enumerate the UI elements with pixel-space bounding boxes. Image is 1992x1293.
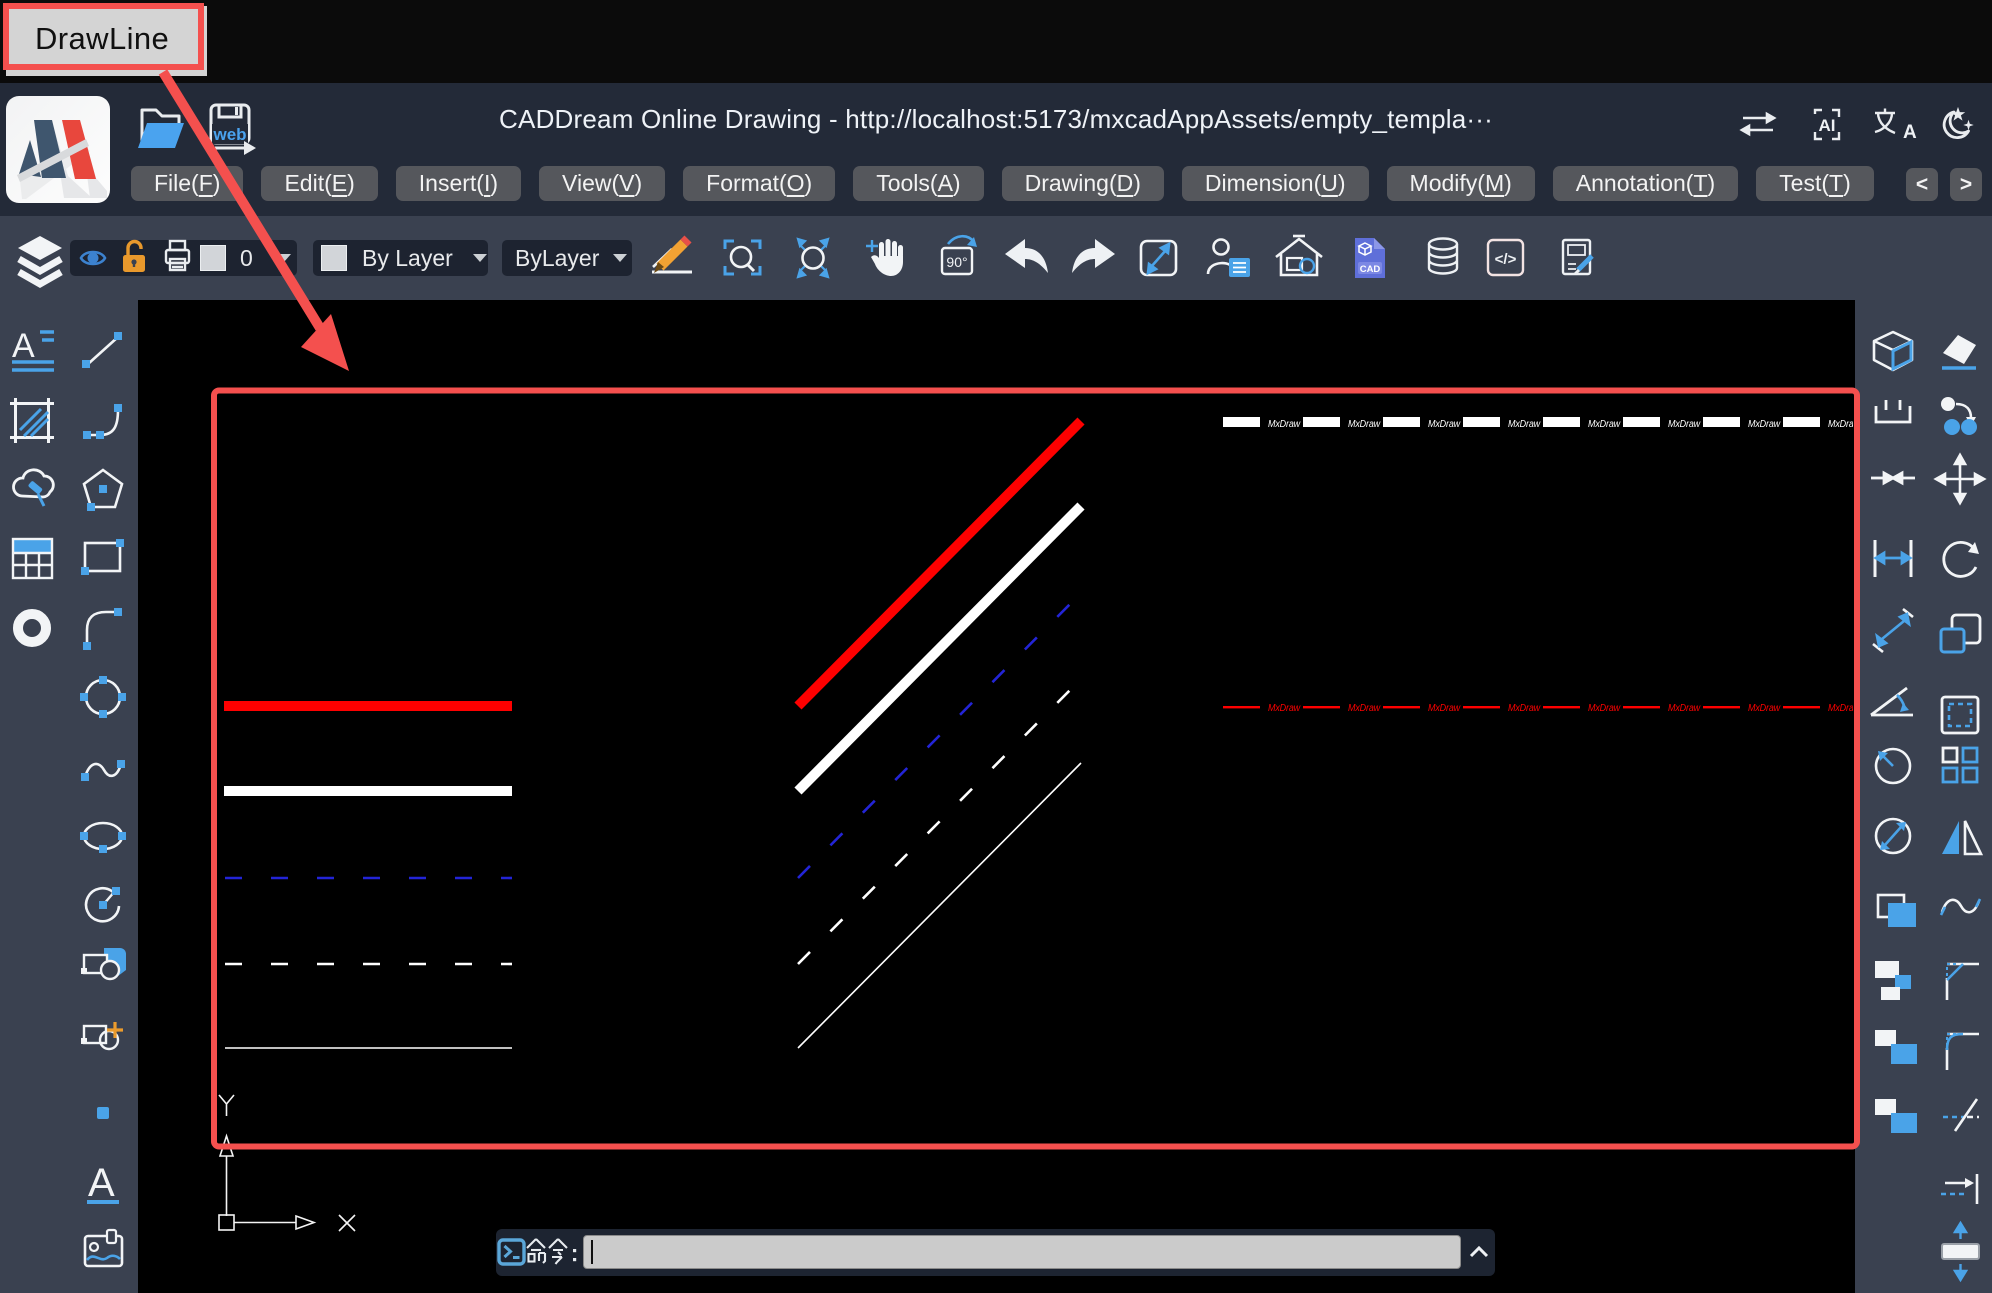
svg-text:MxDraw: MxDraw [1748, 419, 1781, 430]
svg-text:MxDraw: MxDraw [1268, 703, 1301, 714]
svg-text:MxDraw: MxDraw [1588, 419, 1621, 430]
svg-text:MxDraw: MxDraw [1508, 703, 1541, 714]
svg-text:MxDraw: MxDraw [1428, 419, 1461, 430]
svg-text:MxDraw: MxDraw [1748, 703, 1781, 714]
svg-text:MxDraw: MxDraw [1668, 703, 1701, 714]
svg-text:MxDraw: MxDraw [1668, 419, 1701, 430]
svg-text:MxDraw: MxDraw [1348, 419, 1381, 430]
svg-text:MxDraw: MxDraw [1268, 419, 1301, 430]
svg-text:MxDraw: MxDraw [1348, 703, 1381, 714]
svg-text:MxDraw: MxDraw [1588, 703, 1621, 714]
svg-text:MxDraw: MxDraw [1428, 703, 1461, 714]
svg-text:MxDraw: MxDraw [1508, 419, 1541, 430]
